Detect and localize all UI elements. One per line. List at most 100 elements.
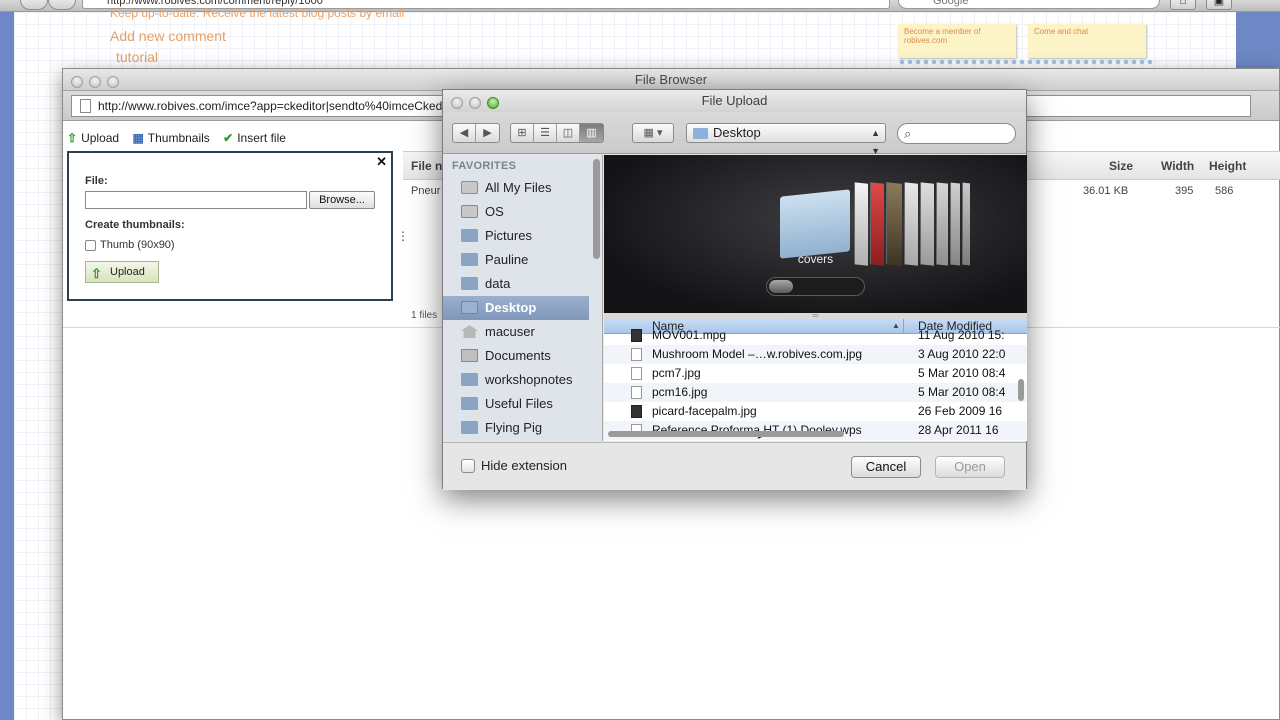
- folder-icon: [461, 397, 478, 410]
- open-button[interactable]: Open: [935, 456, 1005, 478]
- list-item[interactable]: MOV001.mpg 11 Aug 2010 15:: [604, 326, 1027, 345]
- upload-tool-button[interactable]: ⇧ Upload: [67, 127, 119, 149]
- add-comment-link[interactable]: Add new comment: [110, 28, 226, 44]
- home-icon[interactable]: ⌂: [1170, 0, 1196, 10]
- browser-search-field[interactable]: Google: [898, 0, 1160, 9]
- upload-panel: ✕ File: Browse... Create thumbnails: Thu…: [67, 151, 393, 301]
- back-button[interactable]: [20, 0, 48, 10]
- sidebar-item-documents[interactable]: Documents: [443, 344, 589, 368]
- file-browser-title: File Browser: [634, 72, 708, 87]
- thumbnails-tool-button[interactable]: ▦ Thumbnails: [132, 127, 209, 149]
- sidebar-item-macuser[interactable]: macuser: [443, 320, 589, 344]
- subscribe-link[interactable]: Keep up-to-date: Receive the latest blog…: [110, 6, 404, 20]
- dialog-title: File Upload: [701, 93, 768, 108]
- list-item[interactable]: Mushroom Model –…w.robives.com.jpg 3 Aug …: [604, 345, 1027, 364]
- sidebar-item-os[interactable]: OS: [443, 200, 589, 224]
- list-view-icon[interactable]: ☰: [534, 124, 557, 142]
- file-width-cell: 395: [1175, 185, 1194, 197]
- dialog-close-button[interactable]: [451, 97, 463, 109]
- file-name-cell: Pneur: [411, 185, 441, 197]
- minimize-window-button[interactable]: [89, 76, 101, 88]
- insert-file-tool-button[interactable]: ✔ Insert file: [223, 127, 286, 149]
- column-height[interactable]: Height: [1209, 152, 1246, 180]
- column-width[interactable]: Width: [1161, 152, 1194, 180]
- folder-icon: [693, 128, 708, 139]
- arrange-menu: ▦ ▾: [632, 123, 674, 143]
- file-browser-titlebar: File Browser: [63, 69, 1279, 91]
- all-files-icon: [461, 181, 478, 194]
- coverflow-scroll-thumb[interactable]: [769, 280, 793, 293]
- back-forward-buttons: ◀ ▶: [452, 123, 500, 143]
- upload-button[interactable]: ⇧ Upload: [85, 261, 159, 283]
- dialog-search-input[interactable]: ⌕: [897, 123, 1016, 144]
- dialog-zoom-button[interactable]: [487, 97, 499, 109]
- preview-caption: covers: [797, 252, 834, 266]
- forward-icon[interactable]: ▶: [476, 124, 499, 142]
- sidebar-item-desktop[interactable]: Desktop: [443, 296, 589, 320]
- zoom-window-button[interactable]: [107, 76, 119, 88]
- file-list-horizontal-scrollbar[interactable]: [608, 431, 844, 437]
- favorites-heading: FAVORITES: [452, 160, 517, 172]
- image-icon: [631, 348, 642, 361]
- file-list-vertical-scrollbar[interactable]: [1018, 379, 1024, 401]
- back-icon[interactable]: ◀: [453, 124, 476, 142]
- folder-icon: [461, 421, 478, 434]
- forward-button[interactable]: [48, 0, 76, 10]
- column-file-name[interactable]: File n: [411, 152, 442, 180]
- arrange-grid-icon[interactable]: ▦ ▾: [633, 124, 673, 142]
- extensions-icon[interactable]: ▣: [1206, 0, 1232, 10]
- search-icon: ⌕: [904, 126, 912, 141]
- dialog-minimize-button[interactable]: [469, 97, 481, 109]
- list-item[interactable]: pcm16.jpg 5 Mar 2010 08:4: [604, 383, 1027, 402]
- checkmark-icon: ✔: [223, 131, 234, 145]
- folder-icon: [461, 277, 478, 290]
- sidebar-item-flying-pig[interactable]: Flying Pig: [443, 416, 589, 440]
- coverflow-view-icon[interactable]: ▥: [580, 124, 603, 142]
- icon-view-icon[interactable]: ⊞: [511, 124, 534, 142]
- coverflow-scrollbar[interactable]: [766, 277, 865, 296]
- file-upload-dialog: File Upload ◀ ▶ ⊞ ☰ ◫ ▥ ▦ ▾ Desktop ▲ ▼ ⌕…: [442, 89, 1027, 490]
- sidebar-item-useful-files[interactable]: Useful Files: [443, 392, 589, 416]
- movie-icon: [631, 329, 642, 342]
- sidebar-scrollbar[interactable]: [593, 159, 600, 259]
- browse-button[interactable]: Browse...: [309, 191, 375, 209]
- sticky-note-chat[interactable]: Come and chat: [1028, 24, 1146, 58]
- sidebar-item-workshopnotes[interactable]: workshopnotes: [443, 368, 589, 392]
- sidebar-item-pauline[interactable]: Pauline: [443, 248, 589, 272]
- home-icon: [461, 325, 478, 338]
- sticky-note-member[interactable]: Become a member of robives.com: [898, 24, 1016, 58]
- create-thumbnails-label: Create thumbnails:: [85, 219, 185, 231]
- image-icon: [631, 386, 642, 399]
- cancel-button[interactable]: Cancel: [851, 456, 921, 478]
- close-icon[interactable]: ✕: [376, 154, 387, 170]
- dialog-toolbar: ◀ ▶ ⊞ ☰ ◫ ▥ ▦ ▾ Desktop ▲ ▼ ⌕: [443, 112, 1026, 156]
- file-label: File:: [85, 175, 108, 187]
- image-icon: [631, 367, 642, 380]
- file-size-cell: 36.01 KB: [1083, 185, 1129, 197]
- location-select[interactable]: Desktop ▲ ▼: [686, 123, 886, 156]
- imce-toolbar: ⇧ Upload ▦ Thumbnails ✔ Insert file: [67, 127, 296, 149]
- file-height-cell: 586: [1215, 185, 1234, 197]
- hide-extension-label: Hide extension: [481, 458, 567, 473]
- thumb-checkbox[interactable]: [85, 239, 96, 251]
- sidebar-item-pictures[interactable]: Pictures: [443, 224, 589, 248]
- close-window-button[interactable]: [71, 76, 83, 88]
- tutorial-link[interactable]: tutorial: [116, 49, 158, 65]
- decorative-dots: [898, 57, 1156, 67]
- sidebar-item-all-my-files[interactable]: All My Files: [443, 176, 589, 200]
- drive-icon: [461, 205, 478, 218]
- file-upload-titlebar: File Upload: [443, 90, 1026, 112]
- image-icon: [631, 405, 642, 418]
- list-item[interactable]: picard-facepalm.jpg 26 Feb 2009 16: [604, 402, 1027, 421]
- file-path-input[interactable]: [85, 191, 307, 209]
- hide-extension-checkbox[interactable]: [461, 458, 475, 473]
- view-mode-buttons: ⊞ ☰ ◫ ▥: [510, 123, 604, 143]
- thumb-option-row: Thumb (90x90): [85, 239, 175, 251]
- covers-folder-icon[interactable]: [780, 189, 850, 259]
- column-size[interactable]: Size: [1109, 152, 1133, 180]
- list-item[interactable]: pcm7.jpg 5 Mar 2010 08:4: [604, 364, 1027, 383]
- upload-arrow-icon: ⇧: [91, 266, 102, 281]
- documents-icon: [461, 349, 478, 362]
- sidebar-item-data[interactable]: data: [443, 272, 589, 296]
- column-view-icon[interactable]: ◫: [557, 124, 580, 142]
